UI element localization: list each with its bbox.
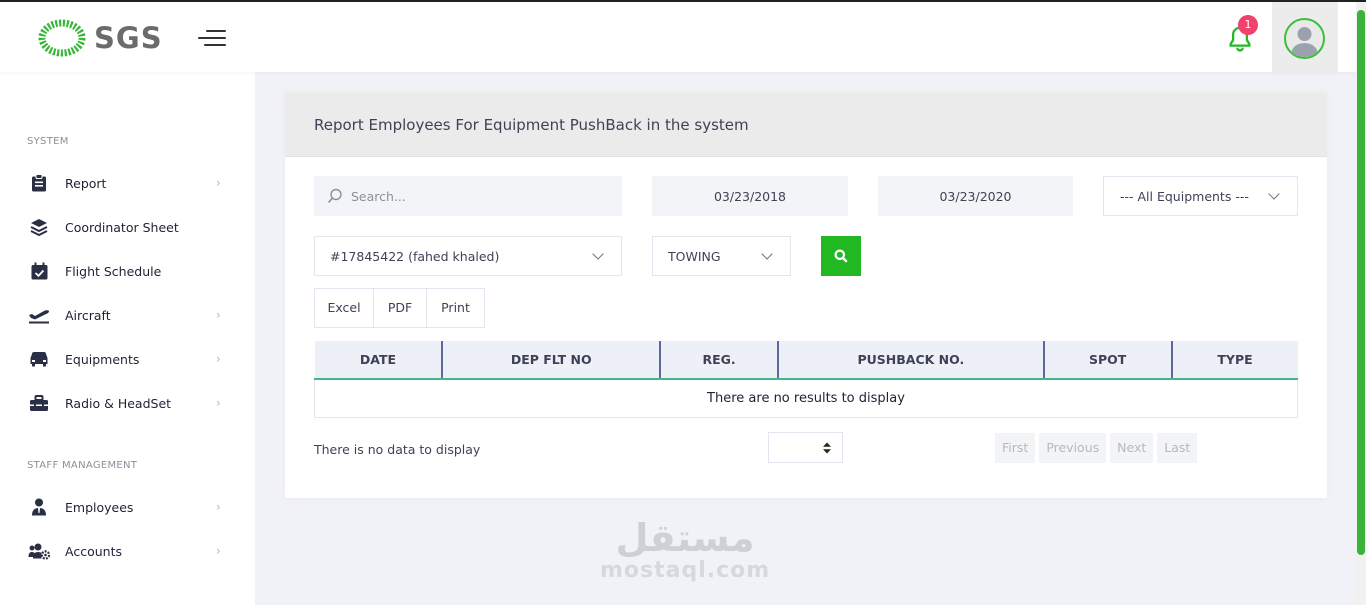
watermark-latin: mostaql.com bbox=[600, 558, 771, 583]
sidebar-item-label: Radio & HeadSet bbox=[65, 395, 172, 411]
sidebar-item-label: Flight Schedule bbox=[65, 263, 162, 279]
employee-select[interactable]: #17845422 (fahed khaled) bbox=[314, 236, 622, 276]
sidebar-item-label: Equipments bbox=[65, 351, 140, 367]
user-avatar-icon bbox=[1291, 27, 1318, 57]
users-cog-icon bbox=[28, 540, 50, 562]
avatar[interactable] bbox=[1284, 18, 1325, 59]
calendar-check-icon bbox=[28, 260, 50, 282]
next-page-button[interactable]: Next bbox=[1110, 433, 1154, 463]
sidebar-item-label: Report bbox=[65, 175, 107, 191]
chevron-right-icon: › bbox=[216, 352, 221, 366]
sidebar-item-label: Aircraft bbox=[65, 307, 111, 323]
date-from-input[interactable]: 03/23/2018 bbox=[652, 176, 848, 216]
chevron-right-icon: › bbox=[216, 544, 221, 558]
chevron-right-icon: › bbox=[216, 396, 221, 410]
column-header-date[interactable]: DATE bbox=[314, 341, 444, 380]
truck-icon bbox=[28, 348, 50, 370]
table-row: There are no results to display bbox=[314, 379, 1298, 418]
operation-select-value: TOWING bbox=[668, 248, 721, 264]
column-header-type[interactable]: TYPE bbox=[1171, 341, 1298, 380]
last-page-button[interactable]: Last bbox=[1157, 433, 1198, 463]
previous-page-button[interactable]: Previous bbox=[1039, 433, 1107, 463]
user-tie-icon bbox=[28, 496, 50, 518]
employee-select-value: #17845422 (fahed khaled) bbox=[330, 248, 500, 264]
pagination: First Previous Next Last bbox=[995, 433, 1198, 463]
print-button[interactable]: Print bbox=[427, 289, 484, 327]
search-input[interactable]: Search... bbox=[314, 176, 622, 216]
notification-badge: 1 bbox=[1238, 15, 1258, 35]
operation-select[interactable]: TOWING bbox=[652, 236, 791, 276]
clipboard-icon bbox=[28, 172, 50, 194]
sgs-logo-icon bbox=[38, 19, 86, 57]
search-button[interactable] bbox=[821, 236, 861, 276]
search-icon bbox=[327, 188, 343, 207]
chevron-right-icon: › bbox=[216, 308, 221, 322]
pdf-button[interactable]: PDF bbox=[374, 289, 427, 327]
layers-icon bbox=[28, 216, 50, 238]
sidebar-item-accounts[interactable]: Accounts › bbox=[0, 533, 255, 569]
menu-toggle-icon[interactable] bbox=[198, 28, 226, 48]
search-placeholder: Search... bbox=[351, 188, 406, 204]
plane-departure-icon bbox=[28, 304, 50, 326]
report-card: Report Employees For Equipment PushBack … bbox=[285, 92, 1327, 498]
equipment-select[interactable]: --- All Equipments --- bbox=[1103, 176, 1298, 216]
date-to-value: 03/23/2020 bbox=[939, 188, 1012, 204]
no-data-text: There is no data to display bbox=[314, 442, 481, 457]
page-scrollbar[interactable] bbox=[1356, 2, 1366, 605]
sidebar-item-label: Employees bbox=[65, 499, 134, 515]
toolbox-icon bbox=[28, 392, 50, 414]
sidebar-item-report[interactable]: Report › bbox=[0, 165, 255, 201]
chevron-down-icon bbox=[1268, 188, 1280, 200]
watermark-arabic: مستقل bbox=[615, 516, 755, 560]
section-title-staff-management: STAFF MANAGEMENT bbox=[27, 460, 138, 471]
sidebar-item-flight-schedule[interactable]: Flight Schedule bbox=[0, 253, 255, 289]
sidebar-item-label: Accounts bbox=[65, 543, 122, 559]
column-header-reg[interactable]: REG. bbox=[660, 341, 779, 380]
excel-button[interactable]: Excel bbox=[315, 289, 374, 327]
column-header-pushback-no[interactable]: PUSHBACK NO. bbox=[777, 341, 1045, 380]
export-button-group: Excel PDF Print bbox=[314, 288, 485, 328]
results-table: DATE DEP FLT NO REG. PUSHBACK NO. SPOT T… bbox=[314, 341, 1298, 418]
sidebar-item-equipments[interactable]: Equipments › bbox=[0, 341, 255, 377]
column-header-spot[interactable]: SPOT bbox=[1043, 341, 1173, 380]
sort-arrows-icon bbox=[823, 442, 831, 454]
date-to-input[interactable]: 03/23/2020 bbox=[878, 176, 1073, 216]
page-title: Report Employees For Equipment PushBack … bbox=[314, 116, 749, 134]
logo-text: SGS bbox=[94, 21, 163, 55]
user-menu[interactable] bbox=[1272, 2, 1338, 74]
card-header: Report Employees For Equipment PushBack … bbox=[285, 92, 1327, 157]
chevron-right-icon: › bbox=[216, 500, 221, 514]
sgs-logo[interactable]: SGS bbox=[36, 18, 163, 58]
table-header-row: DATE DEP FLT NO REG. PUSHBACK NO. SPOT T… bbox=[314, 341, 1298, 380]
sidebar-item-coordinator-sheet[interactable]: Coordinator Sheet bbox=[0, 209, 255, 245]
date-from-value: 03/23/2018 bbox=[713, 188, 787, 204]
scrollbar-thumb[interactable] bbox=[1357, 10, 1365, 555]
search-icon bbox=[834, 249, 848, 263]
chevron-right-icon: › bbox=[216, 176, 221, 190]
sidebar-item-employees[interactable]: Employees › bbox=[0, 489, 255, 525]
sidebar-item-radio-headset[interactable]: Radio & HeadSet › bbox=[0, 385, 255, 421]
column-header-dep-flt-no[interactable]: DEP FLT NO bbox=[442, 341, 662, 380]
sidebar-item-label: Coordinator Sheet bbox=[65, 219, 179, 235]
chevron-down-icon bbox=[761, 248, 773, 260]
empty-table-message: There are no results to display bbox=[314, 379, 1298, 418]
chevron-down-icon bbox=[592, 248, 604, 260]
sidebar-item-aircraft[interactable]: Aircraft › bbox=[0, 297, 255, 333]
top-bar: SGS 1 bbox=[0, 0, 1366, 74]
first-page-button[interactable]: First bbox=[995, 433, 1036, 463]
sidebar: SYSTEM Report › Coordinator Sheet Flight… bbox=[0, 72, 255, 605]
equipment-select-value: --- All Equipments --- bbox=[1120, 188, 1249, 204]
page-size-select[interactable] bbox=[768, 432, 843, 463]
section-title-system: SYSTEM bbox=[27, 136, 69, 147]
mostaql-watermark: مستقل mostaql.com bbox=[600, 518, 770, 583]
